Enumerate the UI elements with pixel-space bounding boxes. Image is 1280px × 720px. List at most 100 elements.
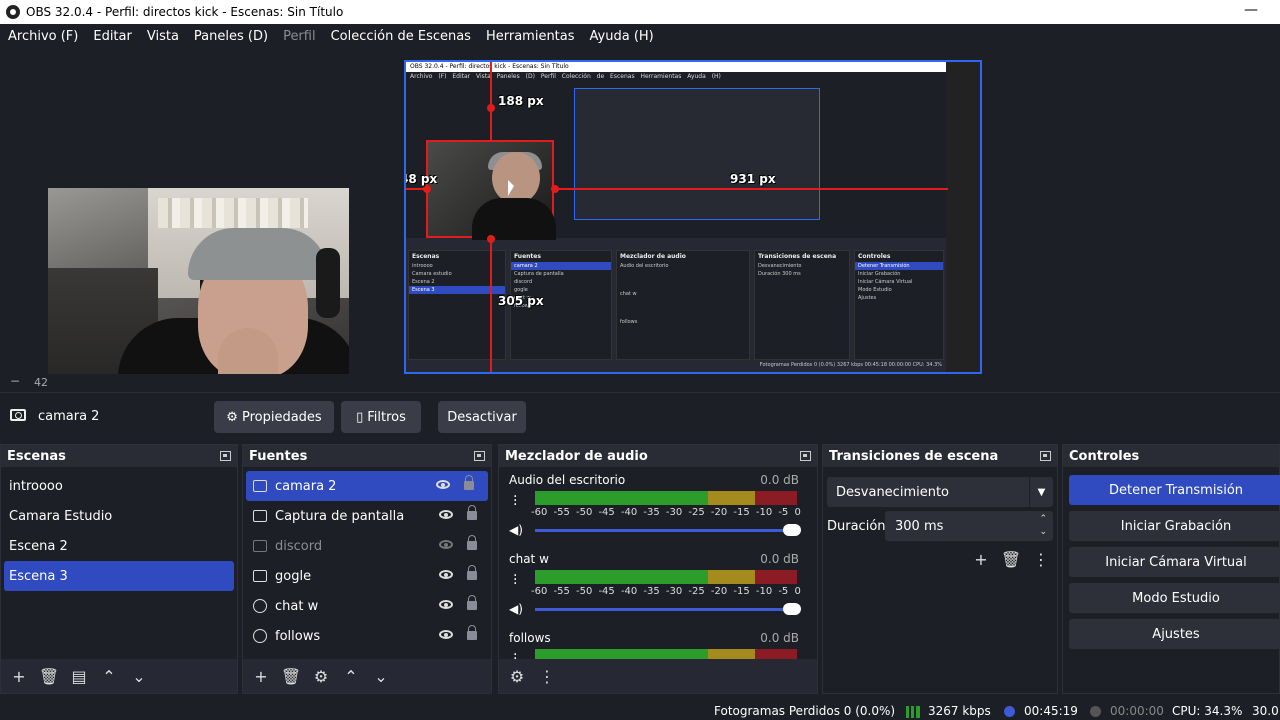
kebab-menu-icon[interactable]: ⋮ <box>1031 549 1051 569</box>
undock-icon[interactable] <box>800 451 811 461</box>
lock-icon[interactable] <box>467 505 477 520</box>
trash-icon[interactable]: 🗑 <box>39 666 59 686</box>
audio-mixer-dock: Mezclador de audio Audio del escritorio … <box>498 444 818 694</box>
menu-archivo[interactable]: Archivo (F) <box>0 29 85 44</box>
studio-mode-button[interactable]: Modo Estudio <box>1069 583 1280 613</box>
filters-label: Filtros <box>367 409 406 425</box>
speaker-icon[interactable]: ◀) <box>509 523 525 537</box>
window-icon <box>253 570 267 582</box>
guide-line-right <box>554 188 948 190</box>
visibility-eye-icon[interactable] <box>436 480 450 489</box>
menu-vista[interactable]: Vista <box>139 29 186 44</box>
visibility-eye-icon[interactable] <box>439 510 453 519</box>
bitrate: 3267 kbps <box>928 704 991 718</box>
nested-status-bar: Fotogramas Perdidos 0 (0.0%) 3267 kbps 0… <box>759 362 942 368</box>
menu-perfil[interactable]: Perfil <box>275 29 323 44</box>
scale-tick: -10 <box>755 507 773 518</box>
lock-icon[interactable] <box>467 535 477 550</box>
source-label: follows <box>275 628 321 644</box>
move-down-icon[interactable]: ⌄ <box>371 666 391 686</box>
settings-button[interactable]: Ajustes <box>1069 619 1280 649</box>
lock-icon[interactable] <box>467 565 477 580</box>
deactivate-button[interactable]: Desactivar <box>438 401 526 433</box>
minimize-button[interactable]: — <box>1244 2 1258 18</box>
lock-icon[interactable] <box>467 595 477 610</box>
scale-tick: 0 <box>794 586 801 597</box>
gear-icon[interactable]: ⚙ <box>507 666 527 686</box>
scene-item-introooo[interactable]: introooo <box>1 471 237 501</box>
channel-db: 0.0 dB <box>760 552 799 566</box>
transition-select[interactable]: Desvanecimiento ▼ <box>827 477 1053 507</box>
mixer-channel: chat w 0.0 dB · · · -60 -55 -50 -45 -40 -35 -30-… <box>499 546 817 625</box>
scenes-footer: + 🗑 ▤ ⌃ ⌄ <box>1 659 237 693</box>
zoom-out-icon[interactable]: − <box>10 374 20 388</box>
menu-ayuda[interactable]: Ayuda (H) <box>582 29 661 44</box>
undock-icon[interactable] <box>1040 451 1051 461</box>
properties-button[interactable]: ⚙ Propiedades <box>214 401 334 433</box>
source-item-camara-2[interactable]: camara 2 <box>246 471 488 501</box>
move-up-icon[interactable]: ⌃ <box>341 666 361 686</box>
kebab-menu-icon[interactable]: ⋮ <box>537 666 557 686</box>
source-item-captura-pantalla[interactable]: Captura de pantalla <box>243 501 491 531</box>
source-item-follows[interactable]: follows <box>243 621 491 651</box>
zoom-value: 42 <box>34 376 48 389</box>
monitor-icon <box>253 510 267 522</box>
add-icon[interactable]: + <box>971 549 991 569</box>
volume-knob[interactable] <box>783 603 801 615</box>
filter-icon[interactable]: ▤ <box>69 666 89 686</box>
menu-paneles[interactable]: Paneles (D) <box>186 29 275 44</box>
scale-tick: -55 <box>553 586 570 597</box>
menu-herramientas[interactable]: Herramientas <box>478 29 582 44</box>
menu-coleccion-escenas[interactable]: Colección de Escenas <box>323 29 478 44</box>
kebab-menu-icon[interactable]: ··· <box>513 569 517 591</box>
visibility-eye-off-icon[interactable] <box>439 540 453 549</box>
kebab-menu-icon[interactable]: ··· <box>513 490 517 512</box>
trash-icon[interactable]: 🗑 <box>281 666 301 686</box>
channel-db: 0.0 dB <box>760 473 799 487</box>
volume-slider[interactable] <box>535 603 801 615</box>
visibility-eye-icon[interactable] <box>439 570 453 579</box>
fps: 30.0 <box>1252 704 1279 718</box>
mixer-title: Mezclador de audio <box>505 448 648 464</box>
sources-dock: Fuentes camara 2 Captura de pantalla dis… <box>242 444 492 694</box>
visibility-eye-icon[interactable] <box>439 630 453 639</box>
selected-source-bounding-box[interactable] <box>426 140 556 240</box>
visibility-eye-icon[interactable] <box>439 600 453 609</box>
nested-source-item: camara 2 <box>511 262 611 270</box>
undock-icon[interactable] <box>220 451 231 461</box>
channel-db: 0.0 dB <box>760 631 799 645</box>
chevron-down-icon[interactable]: ▼ <box>1029 477 1053 507</box>
preview-canvas[interactable]: OBS 32.0.4 - Perfil: directos kick - Esc… <box>404 60 982 374</box>
camera-icon <box>10 409 26 421</box>
source-item-gogle[interactable]: gogle <box>243 561 491 591</box>
undock-icon[interactable] <box>474 451 485 461</box>
trash-icon[interactable]: 🗑 <box>1001 549 1021 569</box>
start-virtual-camera-button[interactable]: Iniciar Cámara Virtual <box>1069 547 1280 577</box>
add-icon[interactable]: + <box>251 666 271 686</box>
nested-mixer-dock: Mezclador de audio Audio del escritorio … <box>616 250 750 360</box>
scene-item-camara-estudio[interactable]: Camara Estudio <box>1 501 237 531</box>
start-recording-button[interactable]: Iniciar Grabación <box>1069 511 1280 541</box>
move-up-icon[interactable]: ⌃ <box>99 666 119 686</box>
filters-button[interactable]: ▯ Filtros <box>341 401 421 433</box>
channel-name: chat w <box>509 552 549 566</box>
source-item-chat-w[interactable]: chat w <box>243 591 491 621</box>
channel-name: Audio del escritorio <box>509 473 626 487</box>
menu-editar[interactable]: Editar <box>85 29 139 44</box>
spin-arrows-icon[interactable]: ⌃ ⌄ <box>1039 513 1047 539</box>
speaker-icon[interactable]: ◀) <box>509 602 525 616</box>
gear-icon[interactable]: ⚙ <box>311 666 331 686</box>
move-down-icon[interactable]: ⌄ <box>129 666 149 686</box>
nested-mixer-channel: Audio del escritorio <box>620 263 669 269</box>
volume-meter <box>535 570 797 584</box>
volume-slider[interactable] <box>535 524 801 536</box>
source-item-discord[interactable]: discord <box>243 531 491 561</box>
volume-knob[interactable] <box>783 524 801 536</box>
add-icon[interactable]: + <box>9 666 29 686</box>
stop-stream-button[interactable]: Detener Transmisión <box>1069 475 1280 505</box>
scene-item-escena-2[interactable]: Escena 2 <box>1 531 237 561</box>
lock-icon[interactable] <box>467 625 477 640</box>
duration-field[interactable]: 300 ms ⌃ ⌄ <box>885 511 1053 541</box>
lock-icon[interactable] <box>464 475 474 490</box>
scene-item-escena-3[interactable]: Escena 3 <box>4 561 234 591</box>
